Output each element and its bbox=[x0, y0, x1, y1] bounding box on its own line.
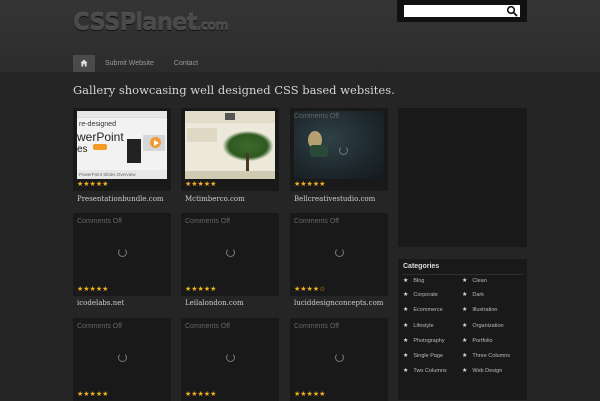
gallery-item[interactable]: Comments Off ★★★★★ bbox=[181, 318, 279, 401]
comments-status: Comments Off bbox=[294, 218, 339, 225]
thumb-text: es bbox=[77, 144, 88, 155]
search-box bbox=[397, 0, 527, 22]
star-icon: ★ bbox=[462, 278, 468, 284]
nav-contact[interactable]: Contact bbox=[164, 55, 208, 72]
star-icon: ★ bbox=[403, 353, 409, 359]
thumb-caption: PowerPoint Slides Overview bbox=[79, 172, 136, 177]
site-header: CSSPlanet.com Submit Website Contact bbox=[0, 0, 600, 72]
page-tagline: Gallery showcasing well designed CSS bas… bbox=[73, 83, 395, 97]
site-screenshot[interactable]: re-designed werPoint es PowerPoint Slide… bbox=[77, 111, 167, 179]
gallery-item[interactable]: Comments Off ★★★★★ bbox=[73, 213, 171, 296]
category-link-organization[interactable]: ★ Organization bbox=[462, 322, 504, 330]
star-icon: ★ bbox=[403, 323, 409, 329]
site-caption[interactable]: Bellcreativestudio.com bbox=[294, 195, 375, 203]
star-icon: ★ bbox=[403, 292, 409, 298]
site-caption[interactable]: icodelabs.net bbox=[77, 299, 124, 307]
category-link-clean[interactable]: ★ Clean bbox=[462, 277, 487, 285]
person-figure bbox=[127, 139, 141, 163]
site-logo[interactable]: CSSPlanet.com bbox=[73, 10, 229, 36]
rating-stars: ★★★★★ bbox=[77, 286, 109, 293]
star-icon: ★ bbox=[462, 368, 468, 374]
logo-text: CSSPlanet bbox=[73, 10, 198, 36]
site-caption[interactable]: Presentationbundle.com bbox=[77, 195, 164, 203]
category-link-two-columns[interactable]: ★ Two Columns bbox=[403, 367, 447, 375]
site-caption[interactable]: Leilalondon.com bbox=[185, 299, 244, 307]
gallery-item[interactable]: Comments Off ★★★★☆ bbox=[290, 213, 388, 296]
nav-submit-website[interactable]: Submit Website bbox=[95, 55, 164, 72]
rating-stars: ★★★★★ bbox=[185, 181, 217, 188]
loading-spinner bbox=[118, 353, 127, 362]
rating-stars: ★★★★★ bbox=[77, 181, 109, 188]
categories-widget: Categories ★ Blog ★ Corporate ★ Ecommerce ★… bbox=[398, 259, 527, 400]
site-screenshot[interactable] bbox=[294, 111, 384, 179]
category-link-ecommerce[interactable]: ★ Ecommerce bbox=[403, 306, 443, 314]
nav-home[interactable] bbox=[73, 55, 95, 72]
loading-spinner bbox=[335, 353, 344, 362]
star-icon: ★ bbox=[462, 338, 468, 344]
rating-stars: ★★★★★ bbox=[185, 286, 217, 293]
search-input[interactable] bbox=[404, 5, 520, 17]
category-link-single-page[interactable]: ★ Single Page bbox=[403, 352, 443, 360]
comments-status: Comments Off bbox=[77, 218, 122, 225]
star-icon: ★ bbox=[462, 323, 468, 329]
gallery-item[interactable]: Comments Off ★★★★★ bbox=[73, 318, 171, 401]
loading-spinner bbox=[335, 248, 344, 257]
gallery-item[interactable]: re-designed werPoint es PowerPoint Slide… bbox=[73, 108, 171, 191]
star-icon: ★ bbox=[403, 307, 409, 313]
rating-stars: ★★★★★ bbox=[294, 391, 326, 398]
comments-status: Comments Off bbox=[77, 323, 122, 330]
rating-stars: ★★★★★ bbox=[185, 391, 217, 398]
thumb-text: re-designed bbox=[79, 121, 116, 128]
categories-title: Categories bbox=[403, 263, 440, 270]
thumb-text: werPoint bbox=[77, 130, 124, 144]
star-icon: ★ bbox=[403, 278, 409, 284]
gallery-item[interactable]: ★★★★★ bbox=[181, 108, 279, 191]
category-link-illustration[interactable]: ★ Illustration bbox=[462, 306, 497, 314]
star-icon: ★ bbox=[462, 353, 468, 359]
search-icon[interactable] bbox=[506, 5, 518, 17]
category-link-dark[interactable]: ★ Dark bbox=[462, 291, 484, 299]
comments-status: Comments Off bbox=[185, 323, 230, 330]
rating-stars: ★★★★★ bbox=[77, 391, 109, 398]
logo-tld: .com bbox=[196, 19, 229, 34]
gallery-item[interactable]: Comments Off ★★★★★ bbox=[181, 213, 279, 296]
gallery-item[interactable]: Comments Off ★★★★★ bbox=[290, 108, 388, 191]
category-link-photography[interactable]: ★ Photography bbox=[403, 337, 445, 345]
sidebar-ad-box bbox=[398, 108, 527, 247]
category-link-corporate[interactable]: ★ Corporate bbox=[403, 291, 438, 299]
site-caption[interactable]: luciddesignconcepts.com bbox=[294, 299, 383, 307]
gallery-item[interactable]: Comments Off ★★★★★ bbox=[290, 318, 388, 401]
site-caption[interactable]: Mctimberco.com bbox=[185, 195, 245, 203]
loading-spinner bbox=[118, 248, 127, 257]
star-icon: ★ bbox=[462, 307, 468, 313]
category-link-blog[interactable]: ★ Blog bbox=[403, 277, 424, 285]
category-link-lifestyle[interactable]: ★ Lifestyle bbox=[403, 322, 434, 330]
home-icon bbox=[80, 59, 88, 67]
divider bbox=[402, 274, 523, 275]
main-nav: Submit Website Contact bbox=[73, 55, 208, 72]
site-screenshot[interactable] bbox=[185, 111, 275, 179]
loading-spinner bbox=[226, 353, 235, 362]
comments-status: Comments Off bbox=[294, 323, 339, 330]
category-link-three-columns[interactable]: ★ Three Columns bbox=[462, 352, 510, 360]
category-link-web-design[interactable]: ★ Web Design bbox=[462, 367, 502, 375]
comments-status: Comments Off bbox=[294, 113, 339, 120]
rating-stars: ★★★★☆ bbox=[294, 286, 326, 293]
cta-badge bbox=[93, 144, 107, 150]
rating-stars: ★★★★★ bbox=[294, 181, 326, 188]
star-icon: ★ bbox=[403, 368, 409, 374]
star-icon: ★ bbox=[403, 338, 409, 344]
star-icon: ★ bbox=[462, 292, 468, 298]
category-link-portfolio[interactable]: ★ Portfolio bbox=[462, 337, 493, 345]
loading-spinner bbox=[226, 248, 235, 257]
loading-spinner bbox=[339, 146, 348, 155]
comments-status: Comments Off bbox=[185, 218, 230, 225]
